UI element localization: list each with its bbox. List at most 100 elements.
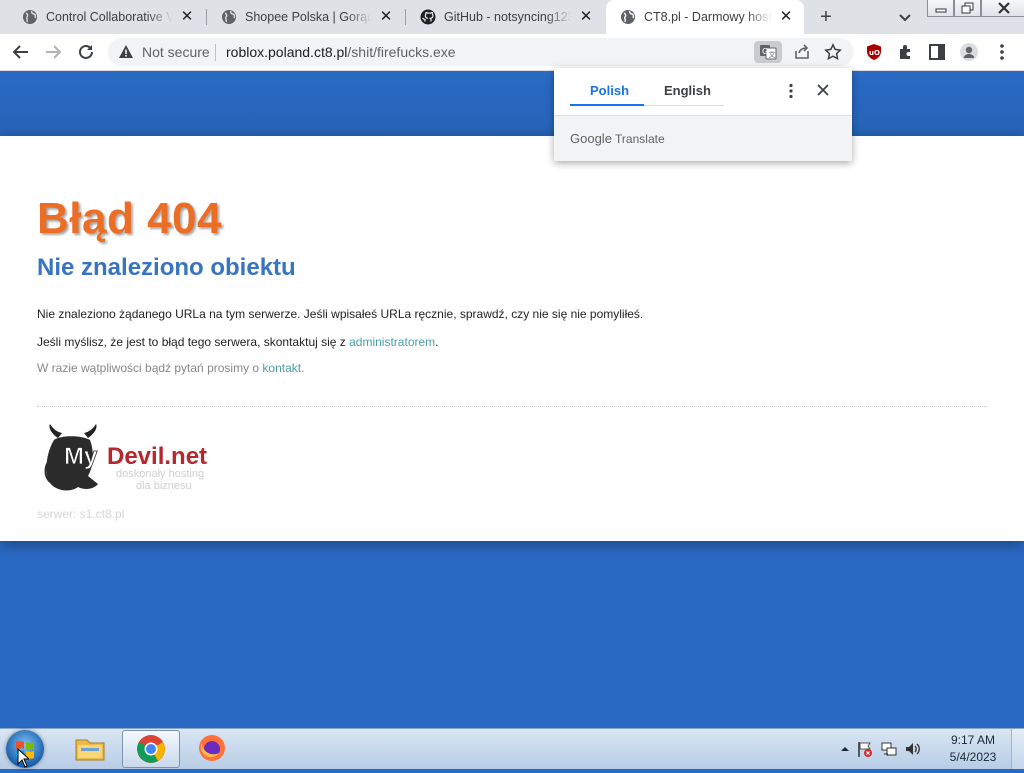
- tab-title: Control Collaborative Virtual: [46, 10, 173, 24]
- taskbar-firefox[interactable]: [184, 730, 240, 766]
- ublock-icon: uO: [867, 44, 881, 60]
- tab-close-icon[interactable]: ✕: [778, 9, 794, 25]
- bookmark-button[interactable]: [823, 42, 843, 62]
- tab-close-icon[interactable]: ✕: [578, 9, 594, 25]
- action-center-flag-icon[interactable]: [856, 740, 874, 758]
- taskbar-chrome[interactable]: [122, 730, 180, 768]
- puzzle-icon: [900, 45, 910, 59]
- file-explorer-icon: [75, 739, 105, 761]
- share-button[interactable]: [792, 42, 812, 62]
- translate-options-button[interactable]: [781, 82, 801, 100]
- translate-icon: G文: [760, 45, 777, 60]
- tab-github[interactable]: GitHub - notsyncing1230/ ✕: [398, 0, 604, 34]
- svg-text:uO: uO: [869, 49, 880, 57]
- minimize-button[interactable]: [927, 0, 954, 17]
- mydevil-logo[interactable]: My Devil.net doskonały hosting dla bizne…: [44, 424, 234, 494]
- chrome-icon: [137, 735, 165, 763]
- window-controls: [927, 0, 1024, 17]
- chrome-menu-button[interactable]: [992, 42, 1012, 62]
- logo-text-my: My: [64, 443, 98, 470]
- more-vertical-icon: [1000, 44, 1004, 60]
- tab-control-collaborative[interactable]: Control Collaborative Virtual ✕: [0, 0, 205, 34]
- tab-title: GitHub - notsyncing1230/: [444, 10, 572, 24]
- error-description: Nie znaleziono żądanego URLa na tym serw…: [37, 307, 644, 321]
- google-translate-brand: Google Translate: [570, 131, 665, 146]
- popup-footer: Google Translate: [554, 116, 852, 161]
- clock-date: 5/4/2023: [949, 750, 997, 764]
- restore-icon: [961, 2, 973, 14]
- ublock-extension[interactable]: uO: [864, 42, 884, 62]
- error-title: Błąd 404: [37, 194, 222, 243]
- globe-icon: [23, 10, 37, 24]
- error-subtitle: Nie znaleziono obiektu: [37, 254, 296, 281]
- profile-button[interactable]: [959, 42, 979, 62]
- tab-title: Shopee Polska | Gorące okazje: [245, 10, 372, 24]
- back-arrow-icon: [12, 45, 28, 59]
- tab-search-icon[interactable]: [896, 8, 914, 26]
- translate-button[interactable]: G文: [754, 41, 782, 63]
- administrator-link[interactable]: administratorem: [349, 335, 435, 349]
- header-band: [0, 71, 1024, 136]
- windows-taskbar: 9:17 AM 5/4/2023: [0, 728, 1024, 769]
- back-button[interactable]: [11, 42, 31, 62]
- tab-baseline: [644, 105, 724, 106]
- url-text[interactable]: roblox.poland.ct8.pl/shit/firefucks.exe: [226, 44, 456, 60]
- close-window-button[interactable]: [981, 0, 1024, 17]
- translate-close-button[interactable]: [813, 80, 833, 100]
- side-panel-icon: [929, 44, 945, 60]
- server-info: serwer: s1.ct8.pl: [37, 507, 125, 521]
- restore-button[interactable]: [954, 0, 981, 17]
- selected-tab-indicator: [570, 104, 644, 106]
- network-icon[interactable]: [880, 740, 898, 758]
- tab-close-icon[interactable]: ✕: [378, 9, 394, 25]
- tab-strip: Control Collaborative Virtual ✕ Shopee P…: [0, 0, 1024, 34]
- tab-shopee[interactable]: Shopee Polska | Gorące okazje ✕: [199, 0, 404, 34]
- tab-close-icon[interactable]: ✕: [179, 9, 195, 25]
- system-tray: [840, 735, 922, 763]
- page-viewport: Błąd 404 Nie znaleziono obiektu Nie znal…: [0, 71, 1024, 728]
- reload-icon: [79, 44, 93, 59]
- admin-text-before: Jeśli myślisz, że jest to błąd tego serw…: [37, 335, 350, 349]
- side-panel-button[interactable]: [927, 42, 947, 62]
- github-icon: [420, 9, 436, 25]
- logo-tagline-1: doskonały hosting: [116, 468, 204, 480]
- reload-button[interactable]: [76, 42, 96, 62]
- translate-popup: Polish English Google Translate: [554, 68, 852, 161]
- brand-google: Google: [570, 131, 612, 146]
- omnibox-separator: [215, 44, 216, 61]
- contact-text-after: .: [301, 361, 305, 375]
- tab-title: CT8.pl - Darmowy hosting: [644, 10, 772, 24]
- close-icon: [998, 2, 1010, 14]
- address-bar[interactable]: Not secure roblox.poland.ct8.pl/shit/fir…: [108, 38, 854, 66]
- contact-link[interactable]: kontakt: [262, 361, 301, 375]
- globe-icon: [621, 10, 635, 24]
- warning-icon[interactable]: [118, 44, 134, 60]
- tab-ct8-active[interactable]: CT8.pl - Darmowy hosting ✕: [606, 0, 804, 34]
- security-label[interactable]: Not secure: [142, 44, 210, 60]
- new-tab-button[interactable]: +: [815, 6, 837, 28]
- star-icon: [824, 43, 842, 60]
- volume-icon[interactable]: [904, 740, 922, 758]
- minimize-icon: [935, 8, 946, 13]
- tab-polish[interactable]: Polish: [590, 83, 629, 98]
- browser-toolbar: Not secure roblox.poland.ct8.pl/shit/fir…: [0, 34, 1024, 71]
- show-hidden-icons-icon[interactable]: [840, 744, 850, 754]
- mouse-cursor-icon: [17, 748, 29, 768]
- tab-english[interactable]: English: [664, 83, 711, 98]
- avatar-icon: [960, 43, 978, 61]
- show-desktop-button[interactable]: [1011, 729, 1024, 769]
- forward-button[interactable]: [43, 42, 63, 62]
- svg-text:G: G: [762, 47, 768, 56]
- more-vertical-icon: [789, 83, 793, 99]
- logo-tagline-2: dla biznesu: [136, 480, 192, 492]
- clock-time: 9:17 AM: [950, 733, 996, 747]
- divider: [37, 406, 987, 407]
- contact-text: W razie wątpliwości bądź pytań prosimy o…: [37, 361, 304, 375]
- logo-text-devil: Devil.net: [107, 443, 207, 470]
- taskbar-file-explorer[interactable]: [62, 730, 118, 766]
- admin-text-after: .: [435, 335, 439, 349]
- url-path: /shit/firefucks.exe: [347, 44, 456, 60]
- system-clock[interactable]: 9:17 AM 5/4/2023: [940, 732, 1006, 766]
- extensions-button[interactable]: [896, 42, 916, 62]
- svg-text:文: 文: [769, 50, 776, 59]
